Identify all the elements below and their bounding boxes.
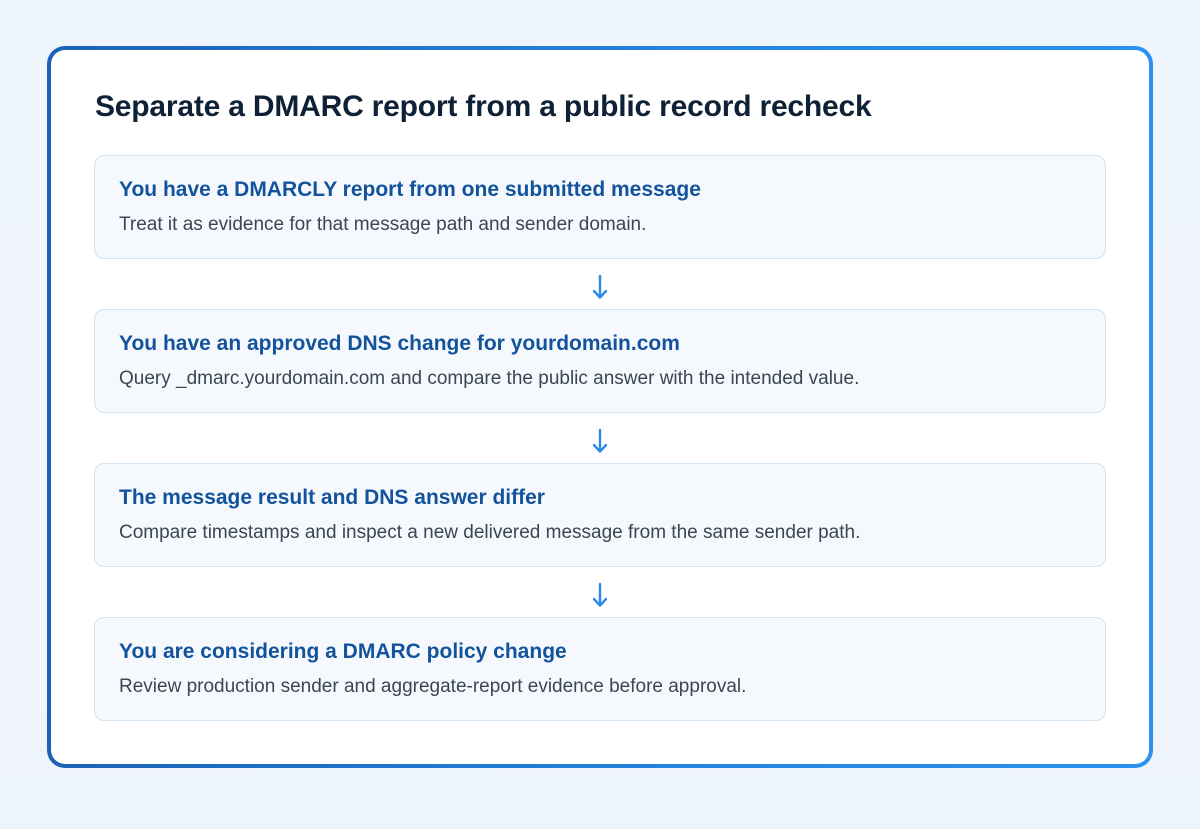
step-description: Review production sender and aggregate-r…: [119, 676, 747, 697]
step-description: Treat it as evidence for that message pa…: [119, 214, 647, 235]
step-description: Query _dmarc.yourdomain.com and compare …: [119, 368, 860, 389]
flow-step-4: You are considering a DMARC policy chang…: [94, 617, 1106, 721]
step-heading: You are considering a DMARC policy chang…: [119, 640, 567, 663]
arrow-down-icon: [592, 274, 608, 299]
arrow-down-icon: [592, 428, 608, 453]
step-heading: You have a DMARCLY report from one submi…: [119, 178, 701, 201]
diagram-title: Separate a DMARC report from a public re…: [95, 90, 872, 123]
step-heading: You have an approved DNS change for your…: [119, 332, 680, 355]
step-heading: The message result and DNS answer differ: [119, 486, 545, 509]
arrow-down-icon: [592, 582, 608, 607]
flow-step-1: You have a DMARCLY report from one submi…: [94, 155, 1106, 259]
flow-step-3: The message result and DNS answer differ…: [94, 463, 1106, 567]
flow-step-2: You have an approved DNS change for your…: [94, 309, 1106, 413]
step-description: Compare timestamps and inspect a new del…: [119, 522, 861, 543]
